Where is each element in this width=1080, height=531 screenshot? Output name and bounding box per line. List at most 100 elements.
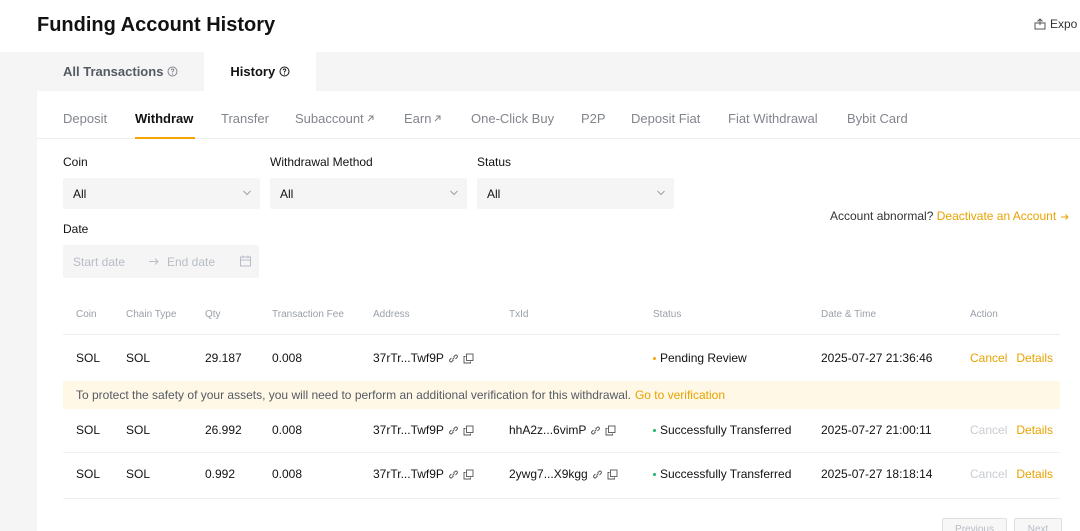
method-select-value: All — [280, 186, 294, 201]
link-icon[interactable] — [592, 469, 603, 480]
link-icon[interactable] — [448, 425, 459, 436]
subtab-label: One-Click Buy — [471, 111, 555, 126]
export-icon — [1034, 18, 1046, 30]
details-link[interactable]: Details — [1016, 351, 1053, 365]
previous-page-button[interactable]: Previous — [942, 518, 1007, 531]
address-cell: 37rTr...Twf9P — [373, 423, 474, 437]
link-icon[interactable] — [590, 425, 601, 436]
link-icon[interactable] — [448, 353, 459, 364]
start-date-input[interactable]: Start date — [73, 255, 125, 269]
status-select[interactable]: All — [477, 178, 674, 209]
copy-icon[interactable] — [605, 425, 616, 436]
withdrawal-method-select[interactable]: All — [270, 178, 467, 209]
txid-value: 2ywg7...X9kgg — [509, 467, 588, 481]
sub-tabs: Deposit Withdraw Transfer Subaccount Ear… — [37, 91, 1080, 139]
arrow-right-icon — [149, 258, 159, 265]
address-value: 37rTr...Twf9P — [373, 423, 444, 437]
column-header: Action — [970, 309, 998, 320]
next-page-button[interactable]: Next — [1014, 518, 1062, 531]
txid-cell: hhA2z...6vimP — [509, 423, 616, 437]
coin-cell: SOL — [76, 467, 101, 481]
subtab-fiat-withdrawal[interactable]: Fiat Withdrawal — [728, 111, 818, 126]
copy-icon[interactable] — [463, 469, 474, 480]
divider — [63, 452, 1060, 453]
verification-notice: To protect the safety of your assets, yo… — [63, 381, 1060, 409]
subtab-withdraw[interactable]: Withdraw — [135, 111, 193, 126]
status-cell: Successfully Transferred — [653, 423, 791, 437]
subtab-bybit-card[interactable]: Bybit Card — [847, 111, 908, 126]
action-cell: Cancel Details — [970, 423, 1053, 437]
subtab-earn[interactable]: Earn — [404, 111, 442, 126]
active-tab-indicator — [135, 137, 195, 139]
calendar-icon — [240, 255, 251, 267]
tab-label: History — [230, 64, 276, 79]
column-header: TxId — [509, 309, 529, 320]
deactivate-account-link[interactable]: Deactivate an Account — [937, 209, 1070, 223]
details-link[interactable]: Details — [1016, 423, 1053, 437]
column-header: Status — [653, 309, 682, 320]
export-button[interactable]: Expo — [1034, 17, 1077, 31]
cancel-button: Cancel — [970, 423, 1008, 437]
tab-history[interactable]: History — [204, 52, 317, 91]
status-cell: Successfully Transferred — [653, 467, 791, 481]
address-value: 37rTr...Twf9P — [373, 351, 444, 365]
column-header: Chain Type — [126, 309, 177, 320]
status-value: Pending Review — [660, 351, 747, 365]
action-cell: Cancel Details — [970, 467, 1053, 481]
account-note-text: Account abnormal? — [830, 209, 934, 223]
subtab-one-click-buy[interactable]: One-Click Buy — [471, 111, 554, 126]
cancel-button[interactable]: Cancel — [970, 351, 1007, 365]
subtab-label: Transfer — [221, 111, 269, 126]
withdraw-history-table: Coin Chain Type Qty Transaction Fee Addr… — [63, 291, 1060, 531]
copy-icon[interactable] — [463, 425, 474, 436]
copy-icon[interactable] — [463, 353, 474, 364]
chain-cell: SOL — [126, 351, 151, 365]
cancel-button: Cancel — [970, 467, 1008, 481]
coin-filter-label: Coin — [63, 155, 88, 169]
subtab-label: Bybit Card — [847, 111, 908, 126]
copy-icon[interactable] — [607, 469, 618, 480]
coin-cell: SOL — [76, 423, 101, 437]
tab-all-transactions[interactable]: All Transactions — [37, 52, 204, 91]
datetime-cell: 2025-07-27 18:18:14 — [821, 467, 933, 481]
chain-cell: SOL — [126, 423, 151, 437]
go-to-verification-link[interactable]: Go to verification — [635, 388, 725, 402]
chain-cell: SOL — [126, 467, 151, 481]
address-cell: 37rTr...Twf9P — [373, 351, 474, 365]
date-filter-label: Date — [63, 222, 89, 236]
address-value: 37rTr...Twf9P — [373, 467, 444, 481]
coin-select-value: All — [73, 186, 87, 201]
coin-cell: SOL — [76, 351, 101, 365]
end-date-input[interactable]: End date — [167, 255, 215, 269]
link-icon[interactable] — [448, 469, 459, 480]
deactivate-link-label: Deactivate an Account — [936, 209, 1057, 223]
page-title: Funding Account History — [37, 14, 276, 36]
column-header: Qty — [205, 309, 221, 320]
column-header: Date & Time — [821, 309, 877, 320]
date-range-picker[interactable]: Start date End date — [63, 245, 259, 278]
subtab-label: Withdraw — [135, 111, 194, 126]
qty-cell: 26.992 — [205, 423, 242, 437]
subtab-transfer[interactable]: Transfer — [221, 111, 269, 126]
subtab-p2p[interactable]: P2P — [581, 111, 606, 126]
fee-cell: 0.008 — [272, 423, 303, 437]
status-select-value: All — [487, 186, 501, 201]
subtab-deposit-fiat[interactable]: Deposit Fiat — [631, 111, 700, 126]
external-arrow-icon — [435, 115, 441, 122]
details-link[interactable]: Details — [1016, 467, 1053, 481]
subtab-deposit[interactable]: Deposit — [63, 111, 107, 126]
subtab-label: Fiat Withdrawal — [728, 111, 818, 126]
subtab-label: Deposit Fiat — [631, 111, 701, 126]
notice-text: To protect the safety of your assets, yo… — [76, 388, 631, 402]
coin-select[interactable]: All — [63, 178, 260, 209]
subtab-label: P2P — [581, 111, 606, 126]
status-value: Successfully Transferred — [660, 423, 792, 437]
export-label: Expo — [1050, 17, 1078, 31]
divider — [63, 498, 1060, 499]
qty-cell: 0.992 — [205, 467, 236, 481]
arrow-right-icon — [1060, 213, 1069, 220]
qty-cell: 29.187 — [205, 351, 242, 365]
subtab-subaccount[interactable]: Subaccount — [295, 111, 375, 126]
action-cell: Cancel Details — [970, 351, 1053, 365]
info-icon — [279, 66, 290, 77]
